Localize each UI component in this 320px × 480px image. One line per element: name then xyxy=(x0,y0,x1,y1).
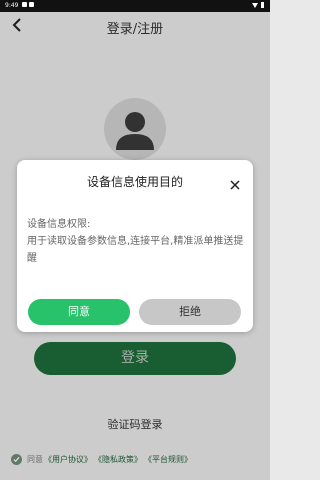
refuse-button[interactable]: 拒绝 xyxy=(139,299,241,325)
wifi-icon xyxy=(252,2,258,8)
battery-icon xyxy=(261,2,264,8)
status-bar: 9:49 xyxy=(0,0,270,12)
dialog-body-heading: 设备信息权限: xyxy=(27,219,91,230)
permission-dialog: 设备信息使用目的 设备信息权限: 用于读取设备参数信息,连接平台,精准派单推送提… xyxy=(17,160,253,332)
dialog-body: 设备信息权限: 用于读取设备参数信息,连接平台,精准派单推送提醒 xyxy=(27,216,245,267)
status-time: 9:49 xyxy=(5,2,19,9)
notification-icon xyxy=(29,2,34,7)
notification-icon xyxy=(22,2,27,7)
agree-button[interactable]: 同意 xyxy=(28,299,130,325)
status-right xyxy=(252,2,264,8)
close-icon[interactable] xyxy=(230,175,240,190)
dialog-body-text: 用于读取设备参数信息,连接平台,精准派单推送提醒 xyxy=(27,236,244,264)
dialog-title: 设备信息使用目的 xyxy=(86,175,183,189)
notification-icons xyxy=(22,2,34,7)
